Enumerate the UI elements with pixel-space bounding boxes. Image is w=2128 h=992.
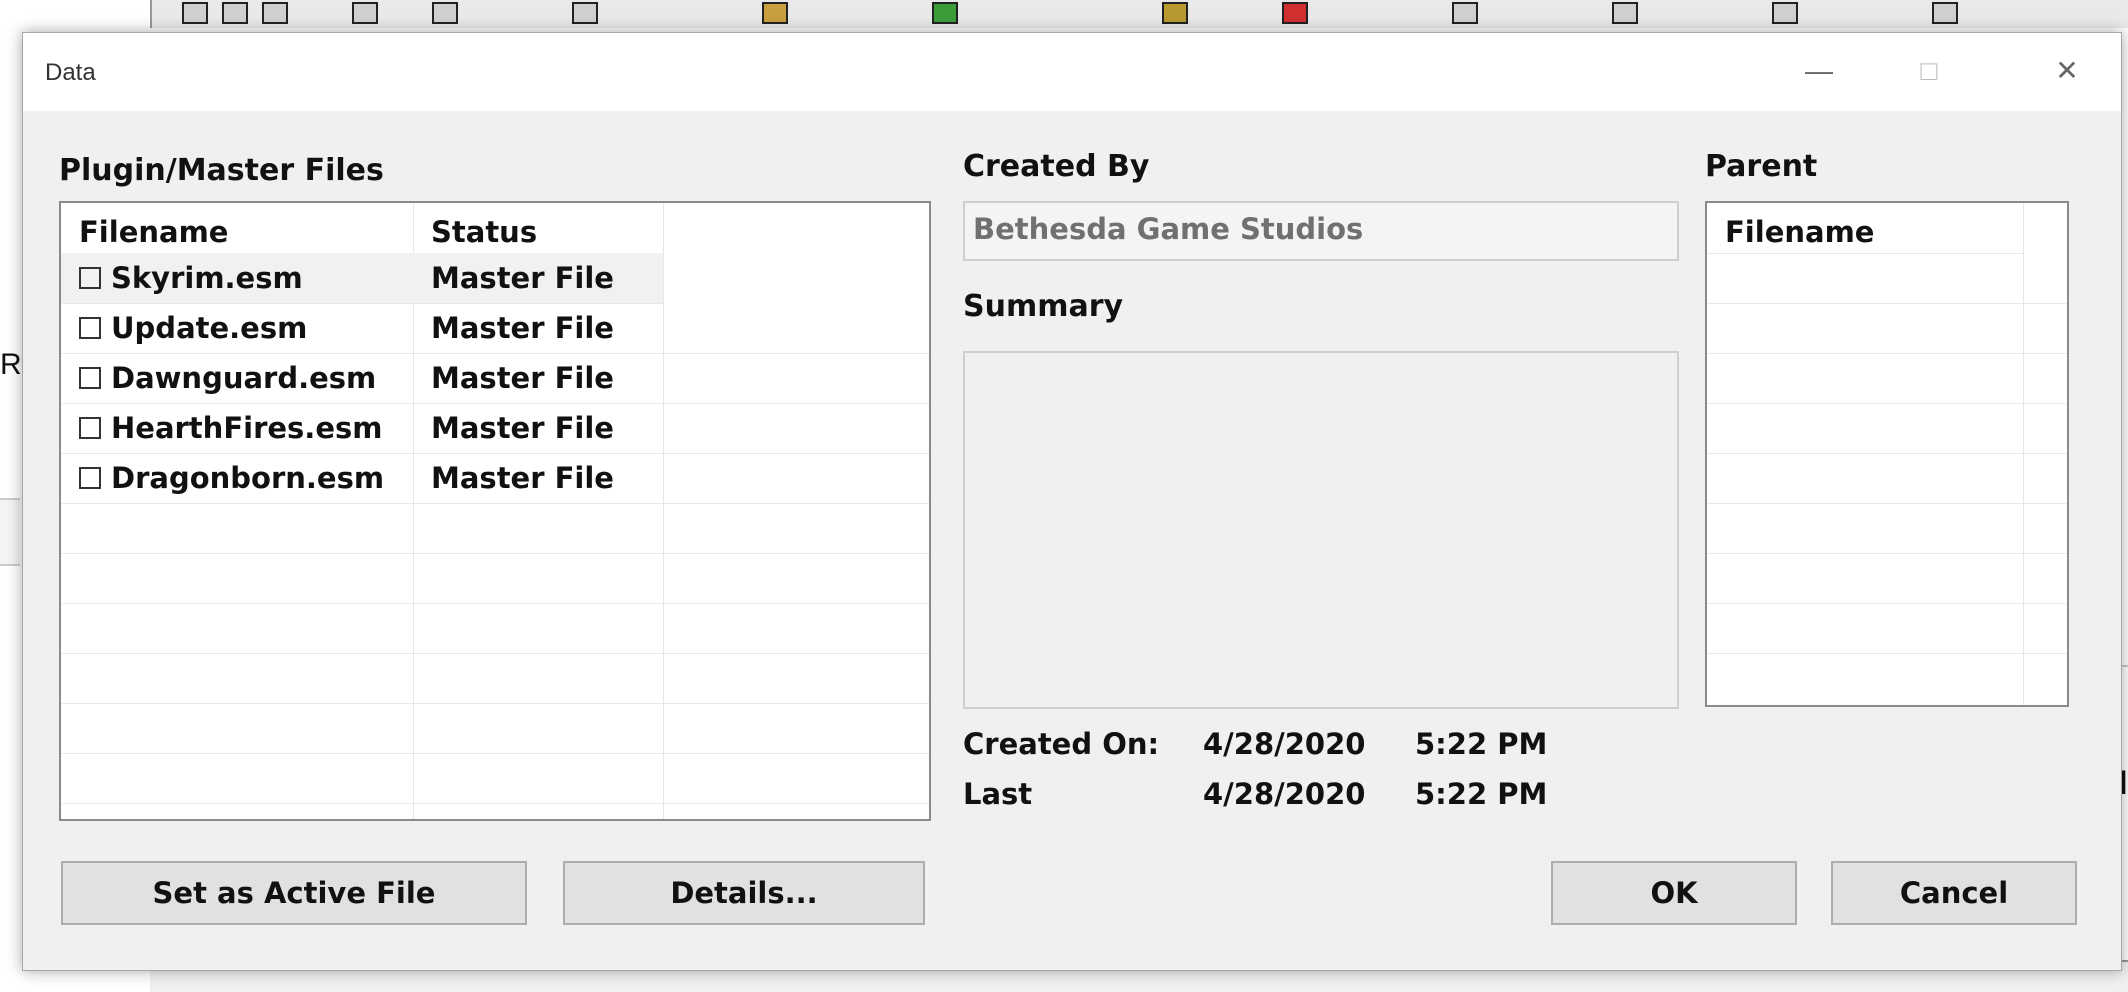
empty-row	[61, 753, 929, 804]
checkbox[interactable]	[79, 367, 101, 389]
empty-row	[61, 653, 929, 704]
status-text: Master File	[431, 461, 614, 495]
column-header-status[interactable]: Status	[431, 215, 537, 249]
status-text: Master File	[431, 361, 614, 395]
toolbar-icon	[432, 2, 458, 24]
empty-row	[61, 603, 929, 654]
checkbox[interactable]	[79, 317, 101, 339]
empty-row	[1707, 553, 2067, 604]
list-item[interactable]: Dawnguard.esm Master File	[61, 353, 929, 404]
last-modified-label: Last	[963, 777, 1033, 811]
last-modified-time: 5:22 PM	[1415, 777, 1548, 811]
window-title: Data	[45, 59, 96, 86]
filename-text: Dragonborn.esm	[111, 461, 385, 495]
list-item[interactable]: HearthFires.esm Master File	[61, 403, 929, 454]
parent-label: Parent	[1705, 149, 1818, 184]
status-text: Master File	[431, 311, 614, 345]
created-by-field[interactable]: Bethesda Game Studios	[963, 201, 1679, 261]
toolbar-icon	[1452, 2, 1478, 24]
toolbar-icon	[1162, 2, 1188, 24]
minimize-button[interactable]: —	[1773, 41, 1865, 101]
filename-text: Dawnguard.esm	[111, 361, 377, 395]
status-text: Master File	[431, 261, 614, 295]
set-as-active-file-button[interactable]: Set as Active File	[61, 861, 527, 925]
column-header-filename[interactable]: Filename	[1725, 215, 1874, 249]
empty-row	[1707, 253, 2067, 304]
close-button[interactable]: ✕	[2021, 41, 2113, 101]
cancel-button[interactable]: Cancel	[1831, 861, 2077, 925]
empty-row	[61, 553, 929, 604]
empty-row	[61, 503, 929, 554]
summary-textarea[interactable]	[963, 351, 1679, 709]
empty-row	[1707, 353, 2067, 404]
toolbar-icon	[572, 2, 598, 24]
summary-label: Summary	[963, 289, 1124, 324]
toolbar-icon	[1612, 2, 1638, 24]
details-button[interactable]: Details...	[563, 861, 925, 925]
list-item[interactable]: Update.esm Master File	[61, 303, 929, 354]
checkbox[interactable]	[79, 417, 101, 439]
column-header-filename[interactable]: Filename	[79, 215, 228, 249]
last-modified-date: 4/28/2020	[1203, 777, 1366, 811]
empty-row	[1707, 303, 2067, 354]
created-on-date: 4/28/2020	[1203, 727, 1366, 761]
list-header: Filename	[1707, 203, 2023, 254]
created-on-label: Created On:	[963, 727, 1160, 761]
ok-button[interactable]: OK	[1551, 861, 1797, 925]
status-text: Master File	[431, 411, 614, 445]
toolbar-icon	[762, 2, 788, 24]
toolbar-icon	[1772, 2, 1798, 24]
parent-files-list[interactable]: Filename	[1705, 201, 2069, 707]
created-by-value: Bethesda Game Studios	[973, 212, 1364, 246]
toolbar-icon	[932, 2, 958, 24]
data-dialog: Data — □ ✕ Plugin/Master Files Filename …	[22, 32, 2122, 971]
created-by-label: Created By	[963, 149, 1150, 184]
list-item[interactable]: Dragonborn.esm Master File	[61, 453, 929, 504]
background-left-box	[0, 498, 20, 566]
empty-row	[1707, 603, 2067, 654]
plugin-files-label: Plugin/Master Files	[59, 153, 384, 188]
toolbar-icon	[1282, 2, 1308, 24]
filename-text: Skyrim.esm	[111, 261, 303, 295]
filename-text: Update.esm	[111, 311, 308, 345]
checkbox[interactable]	[79, 267, 101, 289]
toolbar-icon	[1932, 2, 1958, 24]
filename-text: HearthFires.esm	[111, 411, 383, 445]
plugin-files-list[interactable]: Filename Status Skyrim.esm Master File U…	[59, 201, 931, 821]
toolbar-icon	[262, 2, 288, 24]
empty-row	[1707, 403, 2067, 454]
created-on-time: 5:22 PM	[1415, 727, 1548, 761]
toolbar-icon	[352, 2, 378, 24]
empty-row	[61, 703, 929, 754]
empty-row	[1707, 503, 2067, 554]
checkbox[interactable]	[79, 467, 101, 489]
toolbar-icon	[222, 2, 248, 24]
title-bar[interactable]: Data — □ ✕	[23, 33, 2121, 111]
background-toolbar	[150, 0, 2128, 28]
toolbar-icon	[182, 2, 208, 24]
empty-row	[1707, 453, 2067, 504]
list-header: Filename Status	[61, 203, 663, 254]
maximize-button[interactable]: □	[1883, 41, 1975, 101]
list-item[interactable]: Skyrim.esm Master File	[61, 253, 663, 304]
